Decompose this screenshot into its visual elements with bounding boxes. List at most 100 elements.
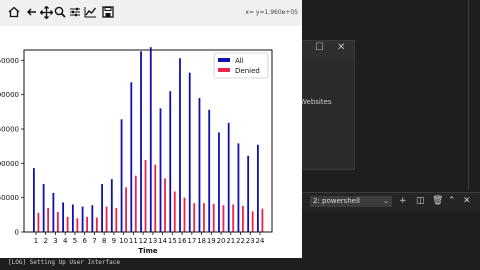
x-axis-label: Time (138, 247, 157, 255)
bar-all (110, 179, 113, 232)
terminal-panel-bar: 2: powershell ⌄ + ◫ 🗑 ⌃ ✕ (302, 192, 480, 211)
maximize-icon[interactable]: ☐ (315, 42, 324, 53)
bar-denied (125, 187, 127, 232)
trash-icon[interactable]: 🗑 (432, 196, 443, 207)
bar-all (227, 122, 230, 232)
bar-denied (183, 197, 186, 232)
close-icon[interactable]: ✕ (337, 42, 345, 53)
bar-all (101, 183, 103, 232)
bar-denied (86, 216, 88, 232)
bar-denied (105, 206, 108, 232)
home-icon[interactable] (6, 4, 22, 20)
background-window-text: Websites (300, 98, 332, 106)
bar-denied (164, 178, 166, 232)
y-tick-label: 250000 (0, 57, 19, 65)
x-tick-label: 10 (119, 237, 128, 245)
bar-all (71, 204, 74, 232)
x-tick-label: 7 (92, 237, 96, 245)
panel-divider (468, 0, 469, 190)
legend-swatch-all (218, 58, 230, 62)
zoom-icon[interactable] (52, 4, 68, 20)
chevron-down-icon: ⌄ (383, 197, 389, 205)
x-tick-label: 15 (168, 237, 177, 245)
bar-all (149, 47, 152, 232)
bar-all (247, 155, 250, 232)
bar-denied (154, 164, 157, 232)
bar-all (159, 108, 162, 232)
x-tick-label: 19 (207, 237, 216, 245)
bar-denied (232, 204, 235, 232)
x-tick-label: 6 (82, 237, 87, 245)
legend: All Denied (213, 52, 269, 79)
bar-denied (242, 205, 244, 232)
y-tick-label: 50000 (0, 194, 19, 202)
log-line: [LOG] Setting Up User Interface (8, 259, 120, 266)
x-axis: 1 2 3 4 5 6 7 8 9 10 11 12 13 14 15 16 17 18 19 20 21 22 23 24 (34, 232, 265, 245)
x-tick-label: 2 (44, 237, 48, 245)
bar-denied (115, 207, 118, 232)
y-tick-label: 200000 (0, 91, 19, 99)
bar-all (169, 91, 172, 232)
x-tick-label: 20 (217, 237, 226, 245)
cursor-coordinates: x= y=1.960e+05 (245, 9, 298, 16)
bar-denied (95, 217, 98, 232)
configure-icon[interactable] (67, 4, 83, 20)
bar-denied (144, 159, 147, 232)
chevron-up-icon[interactable]: ⌃ (448, 196, 456, 207)
x-tick-label: 11 (129, 237, 138, 245)
x-tick-label: 21 (226, 237, 235, 245)
x-tick-label: 1 (34, 237, 38, 245)
split-terminal-icon[interactable]: ◫ (416, 196, 425, 207)
bar-all (62, 202, 65, 232)
bar-denied (76, 218, 79, 232)
bar-all (208, 109, 211, 232)
x-tick-label: 3 (53, 237, 57, 245)
bar-denied (203, 203, 205, 232)
bar-all (120, 119, 123, 232)
bar-chart[interactable]: 050000100000150000200000250000 123456789… (0, 26, 302, 258)
y-tick-label: 150000 (0, 125, 19, 133)
x-tick-label: 18 (197, 237, 206, 245)
x-tick-label: 9 (112, 237, 116, 245)
bar-all (81, 206, 84, 232)
x-tick-label: 22 (236, 237, 245, 245)
x-tick-label: 17 (187, 237, 196, 245)
bar-all (188, 72, 191, 232)
matplotlib-window: x= y=1.960e+05 0 50000 100000 150000 200000 2… (0, 0, 302, 258)
x-tick-label: 24 (256, 237, 265, 245)
y-tick-label: 0 (15, 229, 19, 237)
bar-all (91, 205, 94, 232)
x-tick-label: 16 (178, 237, 187, 245)
bar-denied (251, 211, 254, 232)
bar-all (237, 143, 240, 232)
bar-all (52, 192, 55, 232)
bar-denied (134, 175, 137, 232)
bar-denied (212, 203, 215, 232)
bar-all (33, 168, 35, 232)
edit-axes-icon[interactable] (82, 4, 98, 20)
bar-all (257, 144, 259, 232)
y-axis: 0 50000 100000 150000 200000 250000 (0, 57, 24, 237)
x-tick-label: 4 (63, 237, 68, 245)
x-tick-label: 23 (246, 237, 255, 245)
x-tick-label: 14 (158, 237, 167, 245)
save-icon[interactable] (100, 4, 116, 20)
terminal-select[interactable]: 2: powershell ⌄ (310, 196, 392, 207)
bar-denied (173, 191, 176, 232)
legend-label-denied: Denied (235, 67, 260, 75)
legend-label-all: All (235, 57, 244, 65)
background-window-titlebar[interactable]: ☐ ✕ (301, 41, 354, 58)
x-tick-label: 5 (73, 237, 77, 245)
plot-toolbar: x= y=1.960e+05 (0, 0, 302, 26)
bar-all (218, 132, 220, 232)
bar-all (179, 58, 181, 232)
bar-denied (47, 207, 50, 232)
close-panel-icon[interactable]: ✕ (463, 196, 471, 207)
y-tick-label: 100000 (0, 160, 19, 168)
x-tick-label: 13 (148, 237, 157, 245)
bar-all (42, 183, 45, 232)
bar-denied (37, 212, 40, 232)
x-tick-label: 12 (139, 237, 148, 245)
add-terminal-icon[interactable]: + (399, 196, 407, 207)
bar-all (130, 82, 133, 233)
